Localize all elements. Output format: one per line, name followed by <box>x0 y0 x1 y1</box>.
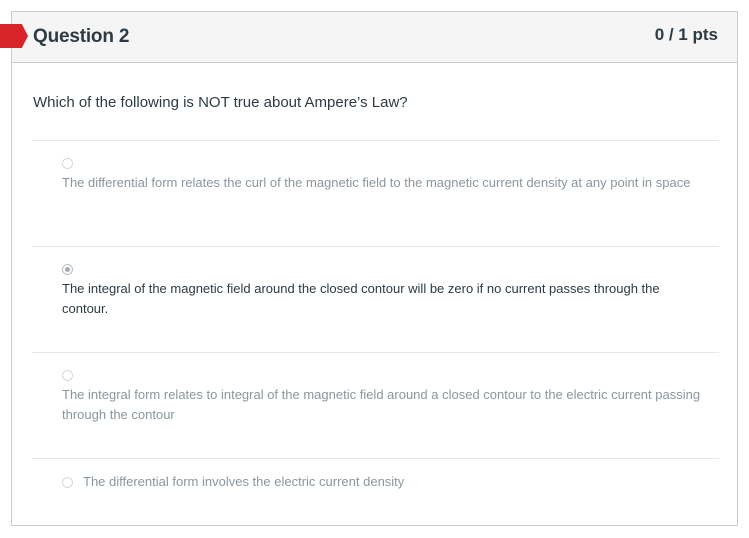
answer-label-1[interactable]: The differential form relates the curl o… <box>62 173 702 193</box>
answer-radio-2[interactable] <box>62 264 73 275</box>
divider <box>32 246 719 247</box>
question-points: 0 / 1 pts <box>654 25 718 44</box>
divider <box>32 458 719 459</box>
incorrect-flag-icon <box>0 24 28 48</box>
answer-radio-4[interactable] <box>62 477 73 488</box>
question-card: Question 2 0 / 1 pts Which of the follow… <box>0 11 738 526</box>
question-header: Question 2 0 / 1 pts <box>0 12 737 63</box>
divider <box>32 140 719 141</box>
question-text: Which of the following is NOT true about… <box>33 94 408 111</box>
question-title: Question 2 <box>33 26 130 47</box>
answer-label-4[interactable]: The differential form involves the elect… <box>83 472 723 492</box>
answer-radio-1[interactable] <box>62 158 73 169</box>
answer-label-3[interactable]: The integral form relates to integral of… <box>62 385 702 425</box>
answer-radio-3[interactable] <box>62 370 73 381</box>
answer-label-2[interactable]: The integral of the magnetic field aroun… <box>62 279 702 319</box>
divider <box>32 352 719 353</box>
